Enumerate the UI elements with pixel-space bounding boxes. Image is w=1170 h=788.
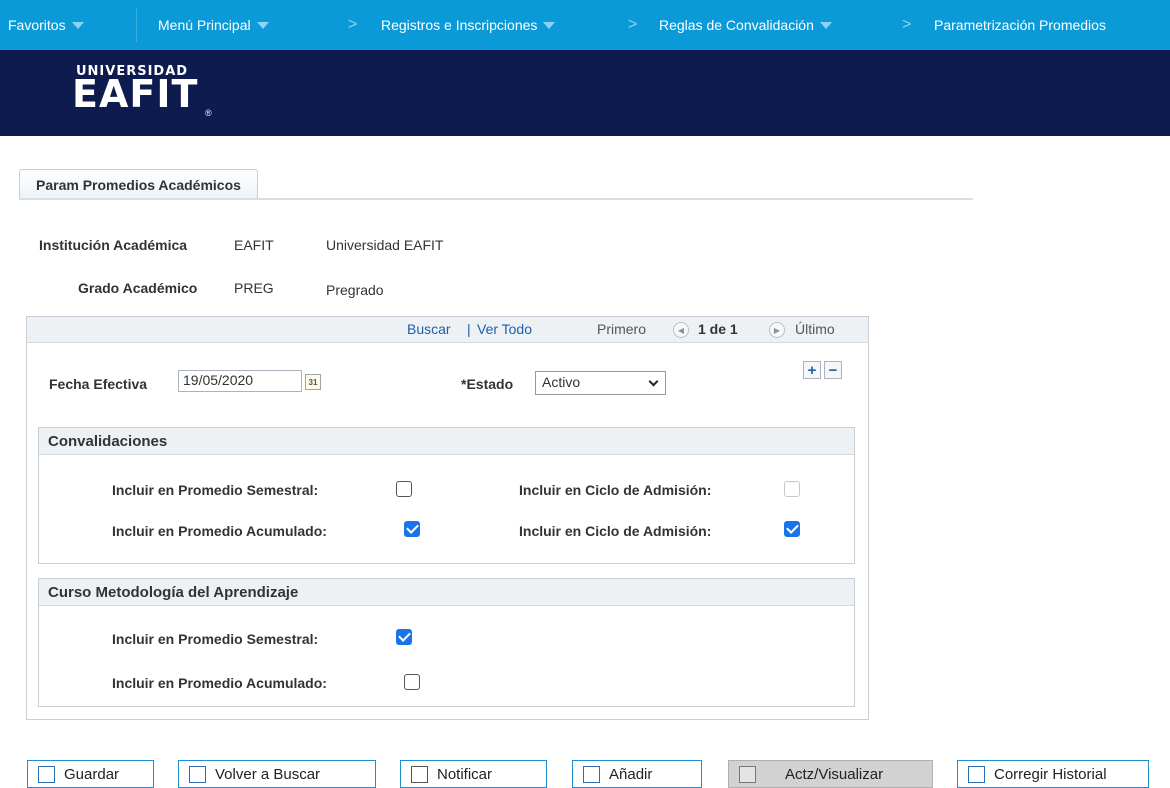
chevron-down-icon	[543, 21, 556, 29]
conv-sem-checkbox[interactable]	[396, 481, 412, 497]
met-sem-label: Incluir en Promedio Semestral:	[112, 631, 319, 647]
save-icon	[38, 765, 55, 783]
institucion-label: Institución Académica	[39, 237, 188, 253]
breadcrumb-separator: >	[902, 16, 912, 33]
conv-ciclo1-checkbox	[784, 481, 800, 497]
chevron-down-icon	[256, 21, 269, 29]
header-banner: UNIVERSIDAD EAFIT ®	[0, 50, 1170, 136]
grado-code: PREG	[234, 280, 274, 296]
tab-label: Param Promedios Académicos	[36, 176, 241, 193]
conv-ciclo1-label: Incluir en Ciclo de Admisión:	[519, 482, 712, 498]
met-acum-label: Incluir en Promedio Acumulado:	[112, 675, 327, 691]
nav-divider	[136, 8, 137, 42]
grid-navigation-bar: Buscar | Ver Todo Primero ◀ 1 de 1 ▶ Últ…	[27, 317, 868, 343]
nav-registros-label: Registros e Inscripciones	[381, 17, 538, 33]
grado-label: Grado Académico	[78, 280, 198, 296]
chevron-down-icon	[71, 21, 84, 29]
conv-sem-label: Incluir en Promedio Semestral:	[112, 482, 319, 498]
nav-reglas[interactable]: Reglas de Convalidación	[659, 0, 832, 50]
calendar-icon[interactable]: 31	[305, 374, 321, 390]
ver-todo-link[interactable]: Ver Todo	[477, 321, 532, 337]
notify-icon	[411, 765, 428, 783]
metodologia-title: Curso Metodología del Aprendizaje	[39, 579, 854, 606]
nav-menu-principal-label: Menú Principal	[158, 17, 251, 33]
convalidaciones-title: Convalidaciones	[39, 428, 854, 455]
anadir-label: Añadir	[609, 765, 653, 783]
edit-history-icon	[968, 765, 985, 783]
guardar-label: Guardar	[64, 765, 120, 783]
estado-select-value: Activo	[542, 374, 581, 390]
chevron-down-icon	[819, 21, 832, 29]
estado-select[interactable]: Activo	[535, 371, 666, 395]
fecha-efectiva-input[interactable]: 19/05/2020	[178, 370, 302, 392]
estado-label: *Estado	[461, 376, 514, 392]
metodologia-section: Curso Metodología del Aprendizaje Inclui…	[38, 578, 855, 707]
fecha-efectiva-label: Fecha Efectiva	[49, 376, 148, 392]
conv-acum-label: Incluir en Promedio Acumulado:	[112, 523, 327, 539]
logo-registered-mark: ®	[205, 108, 212, 118]
logo-text-big: EAFIT	[72, 72, 199, 116]
met-acum-checkbox[interactable]	[404, 674, 420, 690]
buscar-link[interactable]: Buscar	[407, 321, 451, 337]
nav-favoritos[interactable]: Favoritos	[8, 0, 84, 50]
conv-ciclo2-checkbox[interactable]	[784, 521, 800, 537]
met-sem-checkbox[interactable]	[396, 629, 412, 645]
nav-parametrizacion[interactable]: Parametrización Promedios	[934, 0, 1106, 50]
nav-reglas-label: Reglas de Convalidación	[659, 17, 814, 33]
add-document-icon	[583, 765, 600, 783]
conv-acum-checkbox[interactable]	[404, 521, 420, 537]
conv-ciclo2-label: Incluir en Ciclo de Admisión:	[519, 523, 712, 539]
nav-parametrizacion-label: Parametrización Promedios	[934, 17, 1106, 33]
nav-menu-principal[interactable]: Menú Principal	[158, 0, 269, 50]
nav-favoritos-label: Favoritos	[8, 17, 66, 33]
row-counter: 1 de 1	[698, 321, 738, 337]
circle-right-arrow-icon[interactable]: ▶	[769, 322, 785, 338]
add-row-button[interactable]: +	[803, 361, 821, 379]
corregir-label: Corregir Historial	[994, 765, 1107, 783]
circle-left-arrow-icon[interactable]: ◀	[673, 322, 689, 338]
chevron-down-icon	[648, 376, 659, 387]
nav-divider: |	[467, 321, 471, 337]
institucion-code: EAFIT	[234, 237, 274, 253]
ultimo-link[interactable]: Último	[795, 321, 835, 337]
tab-underline	[19, 198, 973, 200]
top-nav-bar: Favoritos Menú Principal > Registros e I…	[0, 0, 1170, 50]
nav-registros[interactable]: Registros e Inscripciones	[381, 0, 556, 50]
notificar-label: Notificar	[437, 765, 493, 783]
actz-label: Actz/Visualizar	[785, 765, 884, 783]
convalidaciones-section: Convalidaciones Incluir en Promedio Seme…	[38, 427, 855, 564]
grado-desc: Pregrado	[326, 282, 384, 298]
breadcrumb-separator: >	[628, 16, 638, 33]
breadcrumb-separator: >	[348, 16, 358, 33]
primero-link[interactable]: Primero	[597, 321, 646, 337]
update-display-icon	[739, 765, 756, 783]
remove-row-button[interactable]: −	[824, 361, 842, 379]
institucion-desc: Universidad EAFIT	[326, 237, 444, 253]
tab-param-promedios[interactable]: Param Promedios Académicos	[19, 169, 258, 199]
volver-label: Volver a Buscar	[215, 765, 321, 783]
effective-dated-group: Buscar | Ver Todo Primero ◀ 1 de 1 ▶ Últ…	[26, 316, 869, 720]
search-icon	[189, 765, 206, 783]
